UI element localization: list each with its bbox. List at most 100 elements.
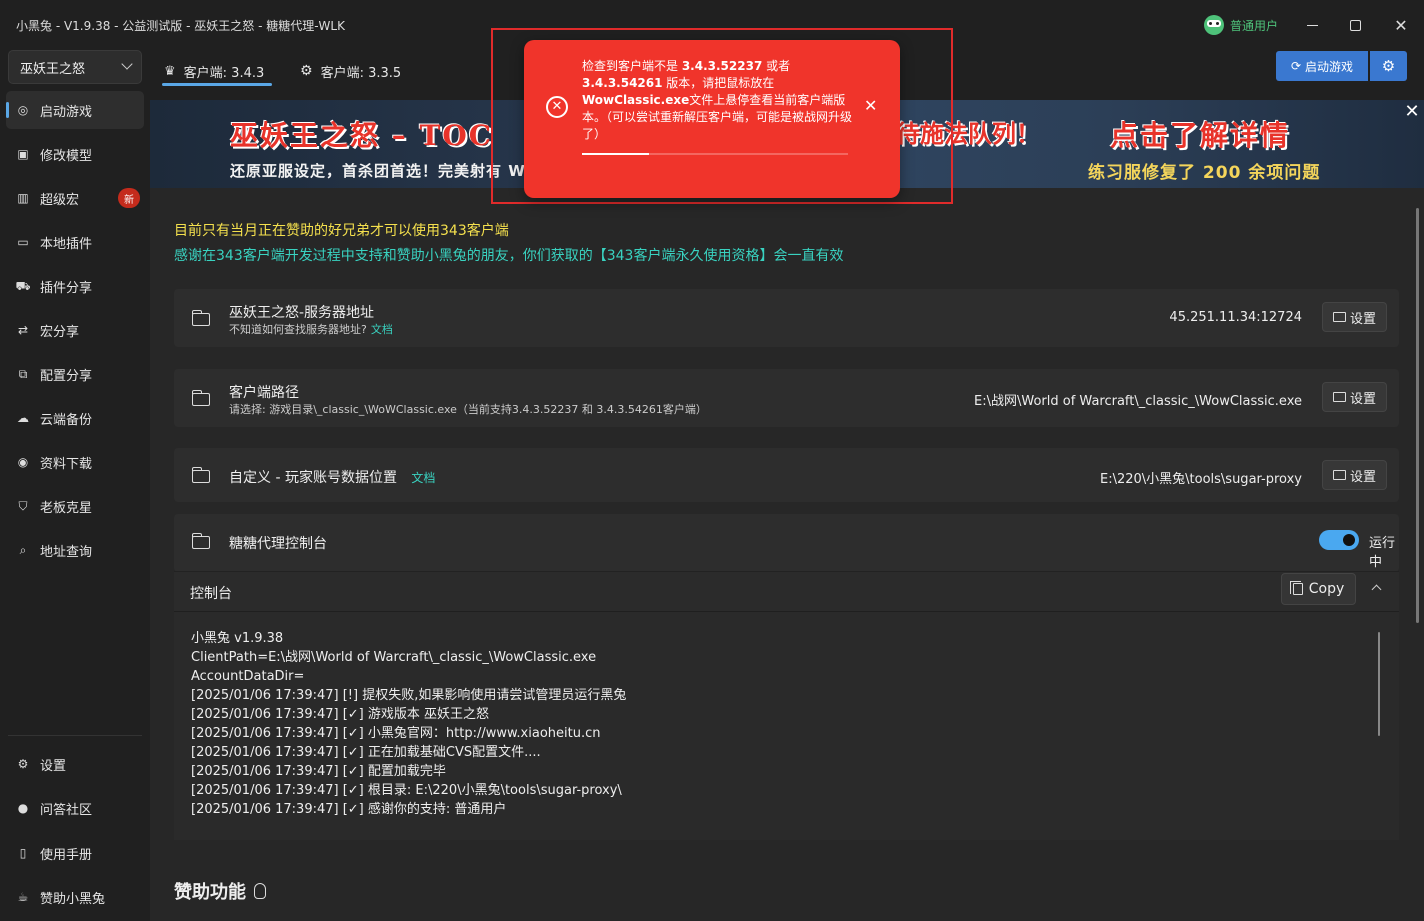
launch-game-button[interactable]: ⟳ 启动游戏: [1276, 51, 1368, 81]
folder-icon: [191, 390, 210, 406]
console-line: [2025/01/06 17:39:47] [✓] 感谢你的支持: 普通用户: [191, 802, 507, 817]
sidebar-item-label: 设置: [40, 758, 67, 774]
button-label: 设置: [1349, 311, 1376, 327]
console-line: ClientPath=E:\战网\World of Warcraft\_clas…: [191, 650, 597, 665]
folder-icon: [1332, 312, 1346, 322]
tab-client-335[interactable]: ⚙ 客户端: 3.3.5: [300, 56, 401, 86]
account-data-settings-button[interactable]: 设置: [1322, 460, 1387, 490]
folder-icon: [191, 467, 210, 483]
proxy-toggle[interactable]: [1319, 530, 1359, 550]
console-line: [2025/01/06 17:39:47] [!] 提权失败,如果影响使用请尝试…: [191, 688, 627, 703]
sidebar-item-manual[interactable]: ▯ 使用手册: [6, 834, 144, 872]
card-subtitle: 不知道如何查找服务器地址? 文档: [229, 321, 393, 337]
gear-icon: ⚙: [1381, 57, 1396, 75]
gamepad-icon: ◉: [17, 455, 29, 469]
launch-settings-button[interactable]: ⚙: [1370, 51, 1407, 81]
cloud-icon: ☁: [17, 411, 29, 425]
sidebar-item-local-plugins[interactable]: ▭ 本地插件: [6, 223, 144, 261]
banner-cta: 点击了解详情: [1110, 119, 1291, 152]
sidebar-item-model[interactable]: ▣ 修改模型: [6, 135, 144, 173]
sidebar-item-label: 地址查询: [40, 544, 93, 560]
console-label: 控制台: [190, 586, 232, 602]
sidebar-item-config-share[interactable]: ⧉ 配置分享: [6, 355, 144, 393]
proxy-status: 运行中: [1369, 536, 1396, 570]
maximize-button[interactable]: [1340, 12, 1370, 38]
console-header: 控制台 Copy: [174, 571, 1399, 611]
share-icon: ⇄: [17, 323, 29, 337]
sidebar-item-cloud-backup[interactable]: ☁ 云端备份: [6, 399, 144, 437]
console-line: [2025/01/06 17:39:47] [✓] 正在加载基础CVS配置文件.…: [191, 745, 541, 760]
sidebar-item-boss-key[interactable]: ⛉ 老板克星: [6, 487, 144, 525]
user-badge[interactable]: 普通用户: [1204, 15, 1278, 35]
sidebar-item-plugin-share[interactable]: ⛟ 插件分享: [6, 267, 144, 305]
config-icon: ⧉: [18, 367, 28, 381]
coffee-icon: ☕: [17, 890, 29, 904]
sidebar-item-macro-share[interactable]: ⇄ 宏分享: [6, 311, 144, 349]
launch-game-label: 启动游戏: [1305, 59, 1354, 74]
launch-icon: ⟳: [1290, 59, 1302, 73]
minimize-button[interactable]: [1297, 12, 1327, 38]
error-toast: ✕ 检查到客户端不是 3.4.3.52237 或者 3.4.3.54261 版本…: [524, 40, 900, 198]
console-line: [2025/01/06 17:39:47] [✓] 配置加载完毕: [191, 764, 446, 779]
folder-icon: [191, 310, 210, 326]
console-output[interactable]: 小黑兔 v1.9.38 ClientPath=E:\战网\World of Wa…: [174, 611, 1399, 840]
sidebar-item-settings[interactable]: ⚙ 设置: [6, 745, 144, 783]
toast-exe: WowClassic.exe: [582, 93, 690, 107]
gear-icon: ⚙: [17, 757, 29, 771]
sidebar-item-label: 启动游戏: [40, 104, 93, 120]
console-line: 小黑兔 v1.9.38: [191, 631, 284, 646]
client-path-settings-button[interactable]: 设置: [1322, 382, 1387, 412]
console-line: [2025/01/06 17:39:47] [✓] 游戏版本 巫妖王之怒: [191, 707, 490, 722]
chat-icon: ●: [17, 801, 29, 815]
doc-link[interactable]: 文档: [411, 471, 435, 485]
copy-button[interactable]: Copy: [1281, 573, 1356, 605]
content-scrollbar[interactable]: [1416, 208, 1419, 623]
sidebar-divider: [8, 735, 142, 736]
sidebar-item-label: 插件分享: [40, 280, 93, 296]
chevron-up-icon[interactable]: [1371, 584, 1382, 595]
sidebar-item-label: 老板克星: [40, 500, 93, 516]
console-line: [2025/01/06 17:39:47] [✓] 根目录: E:\220\小黑…: [191, 783, 622, 798]
console-scrollbar[interactable]: [1378, 632, 1380, 736]
macro-icon: ▥: [17, 191, 29, 205]
cart-icon: ⛟: [15, 279, 31, 293]
error-icon: ✕: [546, 96, 568, 118]
banner-title: 巫妖王之怒 – TOC: [230, 119, 494, 152]
sidebar-item-launch[interactable]: ◎ 启动游戏: [6, 91, 144, 129]
sidebar-item-label: 修改模型: [40, 148, 93, 164]
launch-icon: ◎: [17, 103, 29, 117]
crown-icon: ♛: [164, 63, 176, 79]
lookup-icon: ⌕: [19, 543, 27, 557]
close-icon[interactable]: ✕: [1402, 102, 1422, 122]
account-data-card: 自定义 - 玩家账号数据位置 文档 E:\220\小黑兔\tools\sugar…: [174, 448, 1399, 502]
card-title: 客户端路径: [229, 385, 299, 401]
close-icon: ✕: [1394, 15, 1408, 35]
toast-close-icon[interactable]: ✕: [864, 96, 877, 115]
sidebar-item-label: 使用手册: [40, 847, 93, 863]
client-path-value: E:\战网\World of Warcraft\_classic_\WowCla…: [974, 394, 1302, 409]
toast-text-3: 版本，请把鼠标放在: [662, 76, 775, 90]
minimize-icon: [1306, 24, 1318, 26]
main-content: 巫妖王之怒 – TOC 待施法队列！ 点击了解详情 还原亚服设定，首杀团首选！完…: [150, 100, 1424, 921]
toast-text-1: 检查到客户端不是: [582, 59, 682, 73]
sidebar-item-macro[interactable]: ▥ 超级宏 新: [6, 179, 144, 217]
notice-sponsor: 目前只有当月正在赞助的好兄弟才可以使用343客户端: [174, 223, 509, 239]
sidebar-item-address-lookup[interactable]: ⌕ 地址查询: [6, 531, 144, 569]
sidebar-item-label: 宏分享: [40, 324, 80, 340]
sidebar-item-downloads[interactable]: ◉ 资料下载: [6, 443, 144, 481]
tab-label: 客户端: 3.4.3: [183, 65, 265, 81]
sidebar-item-sponsor[interactable]: ☕ 赞助小黑兔: [6, 878, 144, 916]
doc-link[interactable]: 文档: [371, 323, 393, 336]
folder-icon: [1332, 392, 1346, 402]
sidebar-item-community[interactable]: ● 问答社区: [6, 789, 144, 827]
shield-icon: ⛉: [18, 499, 28, 513]
server-settings-button[interactable]: 设置: [1322, 302, 1387, 332]
game-select[interactable]: 巫妖王之怒: [8, 50, 142, 84]
tab-client-343[interactable]: ♛ 客户端: 3.4.3: [164, 56, 264, 86]
window-title: 小黑兔 - V1.9.38 - 公益测试版 - 巫妖王之怒 - 糖糖代理-WLK: [16, 19, 345, 33]
card-title: 自定义 - 玩家账号数据位置 文档: [229, 467, 435, 487]
gear-icon: ⚙: [300, 63, 313, 79]
close-button[interactable]: ✕: [1386, 12, 1416, 38]
sidebar-item-label: 超级宏: [40, 192, 80, 208]
toast-version-1: 3.4.3.52237: [681, 59, 763, 73]
